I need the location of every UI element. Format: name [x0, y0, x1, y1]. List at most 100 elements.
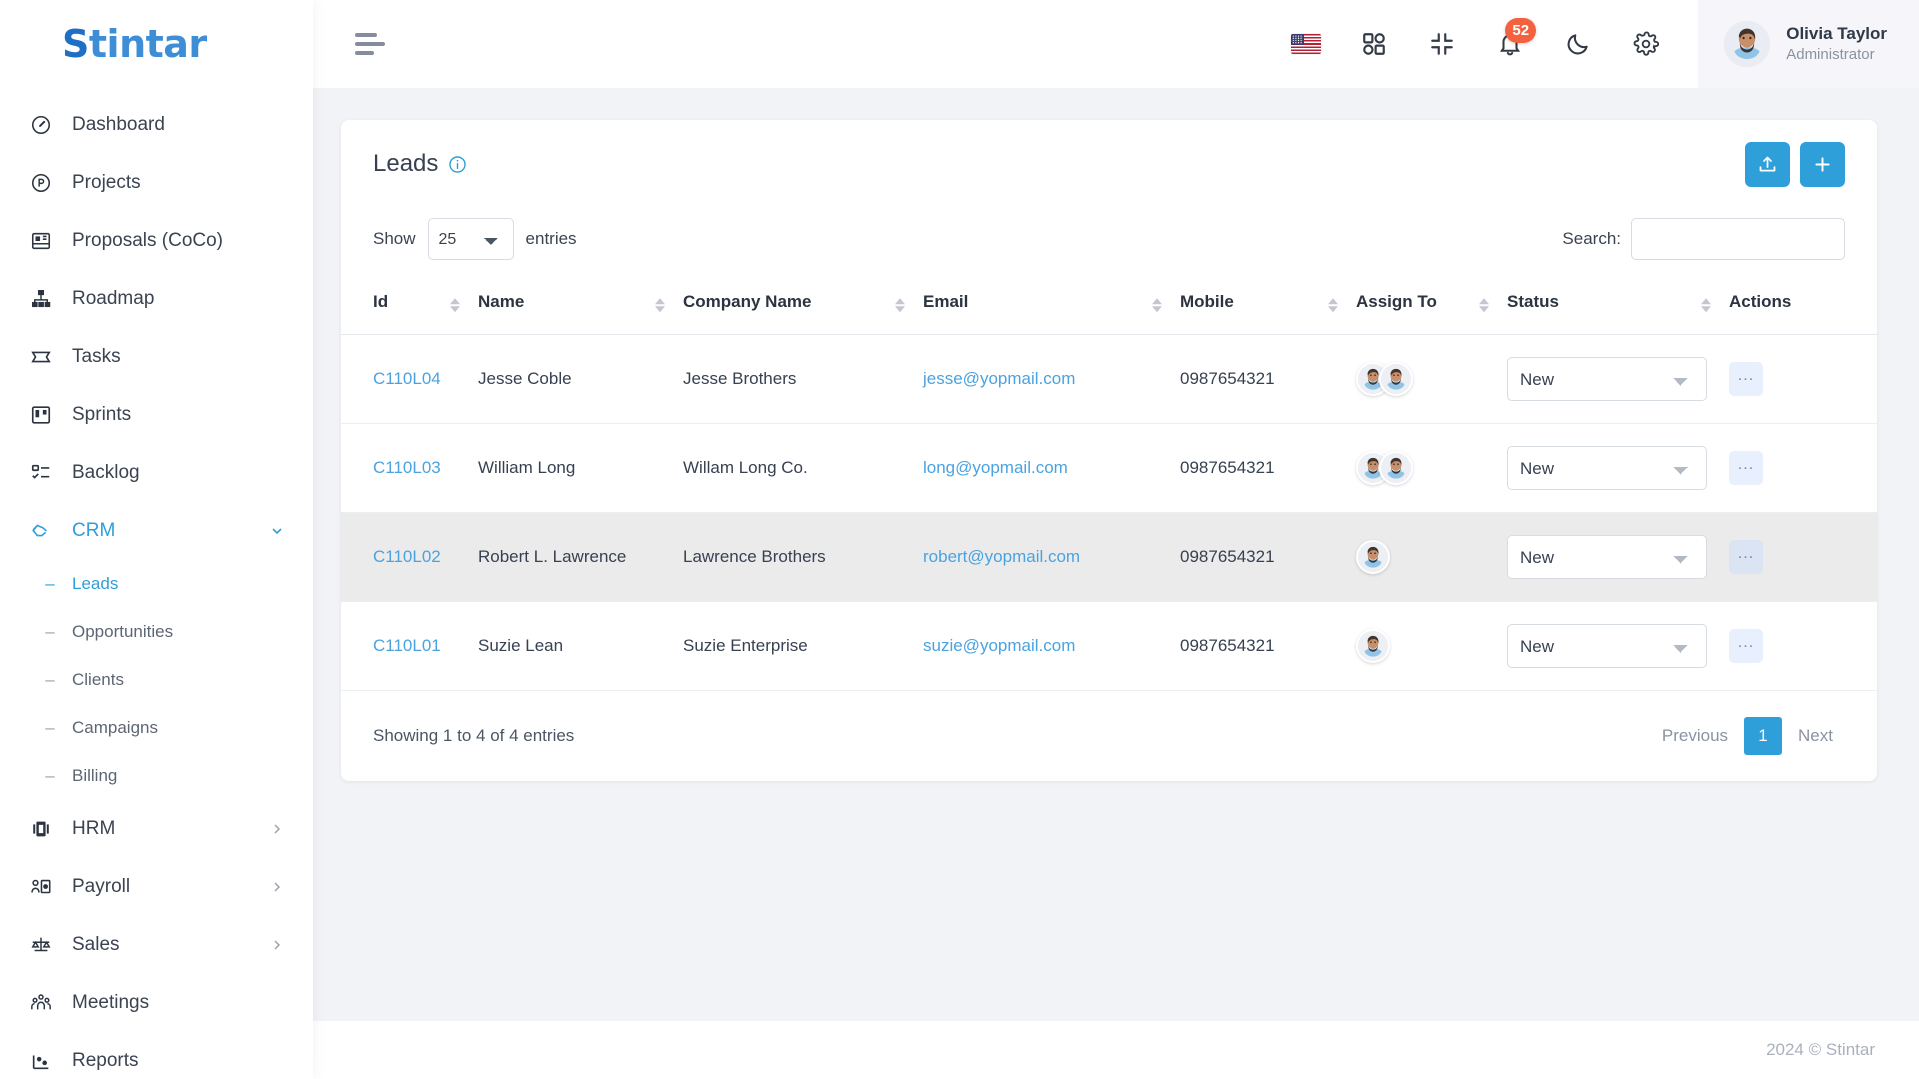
lead-id-link[interactable]: C110L02 — [373, 547, 441, 566]
search-area: Search: — [1562, 218, 1845, 260]
column-header-name[interactable]: Name — [478, 278, 683, 335]
row-actions-button[interactable]: ... — [1729, 629, 1763, 663]
column-header-actions: Actions — [1729, 278, 1877, 335]
sidebar-item-leads[interactable]: – Leads — [0, 560, 313, 608]
sort-toggle-icon[interactable] — [1479, 298, 1489, 313]
column-header-id[interactable]: Id — [341, 278, 478, 335]
hamburger-icon[interactable] — [355, 29, 389, 59]
fullscreen-toggle-button[interactable] — [1414, 16, 1470, 72]
sidebar-item-billing[interactable]: – Billing — [0, 752, 313, 800]
sidebar-item-label: Sprints — [72, 404, 132, 425]
lead-id-link[interactable]: C110L03 — [373, 458, 441, 477]
id-badge-icon — [28, 816, 54, 842]
email-link[interactable]: robert@yopmail.com — [923, 547, 1080, 566]
sidebar-item-payroll[interactable]: Payroll — [0, 858, 313, 916]
sort-toggle-icon[interactable] — [1328, 298, 1338, 313]
cell-mobile: 0987654321 — [1180, 512, 1356, 602]
pagination-next[interactable]: Next — [1786, 717, 1845, 755]
sort-toggle-icon[interactable] — [655, 298, 665, 313]
sidebar-item-crm[interactable]: CRM — [0, 502, 313, 560]
status-select[interactable]: NewContactedQualifiedLost — [1507, 446, 1707, 490]
row-actions-button[interactable]: ... — [1729, 362, 1763, 396]
sort-toggle-icon[interactable] — [1701, 298, 1711, 313]
row-actions-button[interactable]: ... — [1729, 451, 1763, 485]
column-header-mobile[interactable]: Mobile — [1180, 278, 1356, 335]
table-row[interactable]: C110L04 Jesse Coble Jesse Brothers jesse@yo… — [341, 334, 1877, 424]
assignee-avatar-group — [1356, 362, 1507, 396]
apps-button[interactable] — [1346, 16, 1402, 72]
sidebar-subitem-label: Opportunities — [72, 622, 174, 641]
column-header-status[interactable]: Status — [1507, 278, 1729, 335]
lead-id-link[interactable]: C110L04 — [373, 369, 441, 388]
sidebar-item-projects[interactable]: Projects — [0, 154, 313, 212]
assignee-avatar[interactable] — [1379, 362, 1413, 396]
theme-toggle-button[interactable] — [1550, 16, 1606, 72]
sidebar-item-sales[interactable]: Sales — [0, 916, 313, 974]
table-row[interactable]: C110L03 William Long Willam Long Co. long@y… — [341, 423, 1877, 513]
chevron-right-icon[interactable] — [269, 937, 285, 953]
sidebar-item-dashboard[interactable]: Dashboard — [0, 96, 313, 154]
sidebar-item-roadmap[interactable]: Roadmap — [0, 270, 313, 328]
sidebar-item-backlog[interactable]: Backlog — [0, 444, 313, 502]
status-select[interactable]: NewContactedQualifiedLost — [1507, 624, 1707, 668]
export-button[interactable] — [1745, 141, 1790, 187]
column-header-company-name[interactable]: Company Name — [683, 278, 923, 335]
sort-toggle-icon[interactable] — [1152, 298, 1162, 313]
sidebar-item-reports[interactable]: Reports — [0, 1032, 313, 1079]
assignee-avatar[interactable] — [1356, 629, 1390, 663]
info-circle-icon[interactable] — [448, 155, 467, 174]
pagination-page-1[interactable]: 1 — [1744, 717, 1783, 755]
card-header: Leads — [341, 120, 1877, 208]
sidebar-item-campaigns[interactable]: – Campaigns — [0, 704, 313, 752]
email-link[interactable]: jesse@yopmail.com — [923, 369, 1075, 388]
email-link[interactable]: long@yopmail.com — [923, 458, 1068, 477]
assignee-avatar-group — [1356, 629, 1507, 663]
assignee-avatar[interactable] — [1379, 451, 1413, 485]
lead-name: Jesse Coble — [478, 369, 572, 388]
sidebar-item-tasks[interactable]: Tasks — [0, 328, 313, 386]
row-actions-button[interactable]: ... — [1729, 540, 1763, 574]
sidebar-item-clients[interactable]: – Clients — [0, 656, 313, 704]
sidebar-item-hrm[interactable]: HRM — [0, 800, 313, 858]
settings-button[interactable] — [1618, 16, 1674, 72]
sidebar-item-meetings[interactable]: Meetings — [0, 974, 313, 1032]
sort-toggle-icon[interactable] — [450, 298, 460, 313]
table-row[interactable]: C110L02 Robert L. Lawrence Lawrence Brothe… — [341, 512, 1877, 602]
user-profile-menu[interactable]: Olivia Taylor Administrator — [1698, 0, 1919, 88]
lead-id-link[interactable]: C110L01 — [373, 636, 441, 655]
search-input[interactable] — [1631, 218, 1845, 260]
column-label: Assign To — [1356, 292, 1437, 311]
sidebar-item-proposals[interactable]: Proposals (CoCo) — [0, 212, 313, 270]
table-controls: Show 102550100 entries Search: — [341, 208, 1877, 278]
add-lead-button[interactable] — [1800, 141, 1845, 187]
chevron-right-icon[interactable] — [269, 821, 285, 837]
sidebar-item-sprints[interactable]: Sprints — [0, 386, 313, 444]
sidebar-subitem-label: Clients — [72, 670, 124, 689]
column-header-assign-to[interactable]: Assign To — [1356, 278, 1507, 335]
chevron-right-icon[interactable] — [269, 879, 285, 895]
copyright-text: 2024 © Stintar — [1766, 1040, 1875, 1059]
pagination-previous[interactable]: Previous — [1650, 717, 1740, 755]
status-select[interactable]: NewContactedQualifiedLost — [1507, 357, 1707, 401]
pagination: Previous 1 Next — [1650, 717, 1845, 755]
email-link[interactable]: suzie@yopmail.com — [923, 636, 1075, 655]
cell-status: NewContactedQualifiedLost — [1507, 512, 1729, 602]
assignee-avatar[interactable] — [1356, 540, 1390, 574]
cell-id: C110L04 — [341, 334, 478, 424]
page-length-select[interactable]: 102550100 — [427, 218, 514, 260]
table-row[interactable]: C110L01 Suzie Lean Suzie Enterprise suzie@y… — [341, 601, 1877, 691]
page-footer: 2024 © Stintar — [313, 1021, 1919, 1079]
notifications-button[interactable]: 52 — [1482, 16, 1538, 72]
kanban-icon — [28, 402, 54, 428]
status-select[interactable]: NewContactedQualifiedLost — [1507, 535, 1707, 579]
sidebar-subitem-label: Billing — [72, 766, 118, 785]
sort-toggle-icon[interactable] — [895, 298, 905, 313]
user-money-icon — [28, 874, 54, 900]
column-header-email[interactable]: Email — [923, 278, 1180, 335]
cell-mobile: 0987654321 — [1180, 423, 1356, 513]
language-selector[interactable] — [1278, 16, 1334, 72]
app-logo[interactable]: Stintar — [0, 0, 313, 88]
sidebar-item-opportunities[interactable]: – Opportunities — [0, 608, 313, 656]
chevron-down-icon[interactable] — [269, 523, 285, 539]
mobile-number: 0987654321 — [1180, 547, 1275, 566]
